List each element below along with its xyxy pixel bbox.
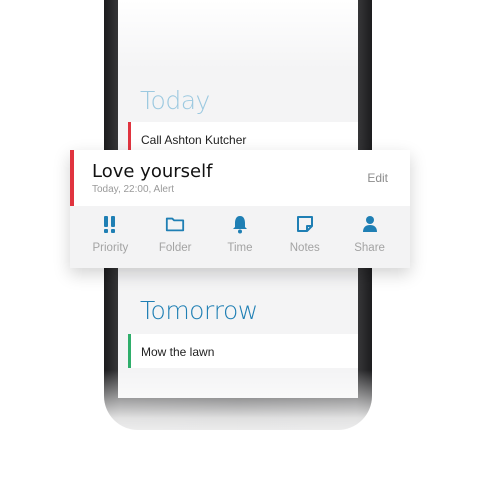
priority-icon	[100, 214, 120, 234]
action-bar: Priority Folder Time Notes Share	[70, 206, 410, 268]
time-button[interactable]: Time	[210, 206, 270, 268]
list-item-label: Mow the lawn	[141, 345, 215, 359]
edit-button[interactable]: Edit	[367, 171, 388, 185]
task-title: Love yourself	[92, 161, 213, 182]
screen-top-fade	[118, 0, 358, 70]
share-button[interactable]: Share	[340, 206, 400, 268]
bell-icon	[230, 214, 250, 234]
today-header: Today	[140, 86, 210, 115]
list-item[interactable]: Mow the lawn	[128, 334, 358, 368]
folder-button[interactable]: Folder	[145, 206, 205, 268]
time-label: Time	[227, 242, 253, 254]
priority-button[interactable]: Priority	[80, 206, 140, 268]
tomorrow-header: Tomorrow	[140, 296, 258, 325]
priority-label: Priority	[92, 242, 129, 254]
person-icon	[360, 214, 380, 234]
task-action-popup: Love yourself Today, 22:00, Alert Edit P…	[70, 150, 410, 268]
notes-label: Notes	[289, 242, 320, 254]
phone-bottom-fade	[90, 370, 390, 450]
notes-button[interactable]: Notes	[275, 206, 335, 268]
note-icon	[295, 214, 315, 234]
task-header[interactable]: Love yourself Today, 22:00, Alert Edit	[70, 150, 410, 206]
folder-label: Folder	[158, 242, 192, 254]
folder-icon	[165, 214, 185, 234]
task-subtitle: Today, 22:00, Alert	[92, 184, 175, 195]
list-item-label: Call Ashton Kutcher	[141, 133, 247, 147]
share-label: Share	[354, 242, 385, 254]
